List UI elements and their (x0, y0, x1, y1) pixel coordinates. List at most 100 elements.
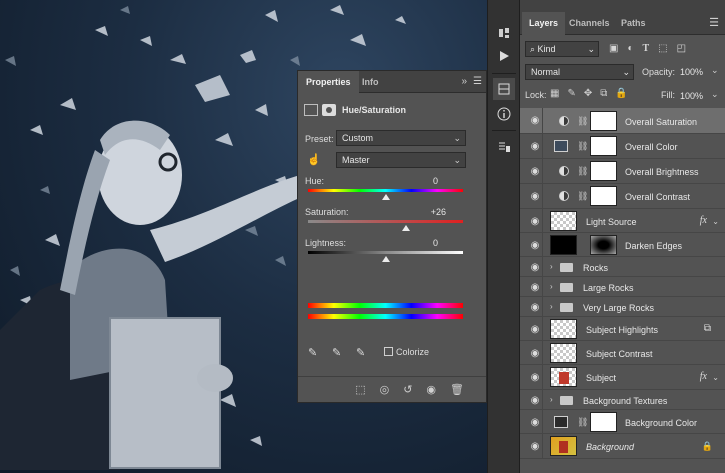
layer-group-row[interactable]: ◉ › Large Rocks (520, 277, 725, 297)
clip-to-layer-icon[interactable]: ⬚ (355, 383, 365, 396)
visibility-eye-icon[interactable]: ◉ (528, 395, 542, 406)
link-chain-icon[interactable]: ⛓ (577, 191, 588, 202)
layer-mask-icon[interactable] (322, 104, 336, 116)
blend-mode-dropdown[interactable]: Normal ⌄ (525, 64, 634, 80)
filter-pixel-icon[interactable]: ▣ (609, 43, 618, 54)
filter-type-icon[interactable]: T (643, 43, 650, 54)
layer-group-row[interactable]: ◉ › Rocks (520, 257, 725, 277)
layer-row[interactable]: ◉ Light Source fx ⌄ (520, 209, 725, 233)
visibility-eye-icon[interactable]: ◉ (528, 441, 542, 452)
visibility-eye-icon[interactable]: ◉ (528, 166, 542, 177)
visibility-eye-icon[interactable]: ◉ (528, 348, 542, 359)
layer-row[interactable]: ◉ ⛓ Overall Saturation (520, 108, 725, 134)
layer-row[interactable]: ◉ Subject fx ⌄ (520, 365, 725, 390)
eyedropper-icon[interactable]: ✎ (308, 346, 317, 359)
expand-chevron-icon[interactable]: › (550, 395, 553, 404)
delete-trash-icon[interactable]: 🗑 (450, 383, 464, 396)
panel-menu-icon[interactable]: ☰ (473, 76, 482, 87)
layer-row[interactable]: ◉ Subject Contrast (520, 341, 725, 365)
saturation-slider-track[interactable] (308, 220, 463, 223)
adjustments-icon[interactable] (493, 78, 515, 100)
actions-play-icon[interactable] (493, 45, 515, 67)
visibility-eye-icon[interactable]: ◉ (528, 417, 542, 428)
filter-smartobject-icon[interactable]: ◰ (677, 43, 686, 54)
chevron-down-icon[interactable]: ⌄ (711, 65, 719, 76)
visibility-eye-icon[interactable]: ◉ (528, 216, 542, 227)
tab-layers[interactable]: Layers (522, 12, 566, 35)
layer-mask-thumbnail[interactable] (590, 161, 617, 181)
fill-field[interactable]: 100% (680, 89, 703, 103)
visibility-eye-icon[interactable]: ◉ (528, 240, 542, 251)
history-icon[interactable] (493, 22, 515, 44)
tab-paths[interactable]: Paths (614, 12, 653, 35)
lock-transparency-icon[interactable]: ▦ (550, 88, 559, 99)
link-chain-icon[interactable]: ⛓ (577, 417, 588, 428)
info-icon[interactable] (493, 103, 515, 125)
expand-chevron-icon[interactable]: › (550, 282, 553, 291)
panel-menu-icon[interactable]: ☰ (709, 16, 719, 29)
eyedropper-add-icon[interactable]: ✎ (332, 346, 341, 359)
lightness-slider-track[interactable] (308, 251, 463, 254)
hue-slider-thumb[interactable] (381, 194, 390, 200)
view-previous-state-icon[interactable]: ◎ (380, 383, 390, 396)
hue-slider-track[interactable] (308, 189, 463, 192)
layer-mask-thumbnail[interactable] (590, 412, 617, 432)
smart-object-link-icon[interactable]: ⧉ (704, 323, 711, 334)
tab-channels[interactable]: Channels (562, 12, 617, 35)
lock-pixels-icon[interactable]: ✎ (567, 88, 575, 99)
lock-position-icon[interactable]: ✥ (584, 88, 592, 99)
colorize-checkbox[interactable] (384, 347, 393, 356)
layer-mask-thumbnail[interactable] (590, 111, 617, 131)
layer-comps-icon[interactable] (493, 136, 515, 158)
link-chain-icon[interactable]: ⛓ (577, 116, 588, 127)
layer-mask-thumbnail[interactable] (590, 186, 617, 206)
layer-mask-thumbnail[interactable] (590, 235, 617, 255)
layer-effects-icon[interactable]: fx (700, 371, 707, 382)
layer-row[interactable]: ◉ ⛓ Overall Brightness (520, 159, 725, 184)
targeted-adjustment-icon[interactable]: ☝ (307, 153, 321, 166)
chevron-down-icon[interactable]: ⌄ (712, 217, 719, 226)
eyedropper-subtract-icon[interactable]: ✎ (356, 346, 365, 359)
layer-group-row[interactable]: ◉ › Very Large Rocks (520, 297, 725, 317)
tab-info[interactable]: Info (354, 71, 387, 93)
lightness-value[interactable]: 0 (408, 238, 438, 248)
preset-dropdown[interactable]: Custom ⌄ (336, 130, 466, 146)
hue-value[interactable]: 0 (408, 176, 438, 186)
visibility-eye-icon[interactable]: ◉ (528, 115, 542, 126)
expand-chevron-icon[interactable]: › (550, 262, 553, 271)
layer-row[interactable]: ◉ ⛓ Background Color (520, 410, 725, 434)
layer-mask-thumbnail[interactable] (590, 136, 617, 156)
saturation-value[interactable]: +26 (416, 207, 446, 217)
saturation-slider-thumb[interactable] (401, 225, 410, 231)
visibility-eye-icon[interactable]: ◉ (528, 191, 542, 202)
expand-chevron-icon[interactable]: › (550, 302, 553, 311)
layer-group-row[interactable]: ◉ › Background Textures (520, 390, 725, 410)
link-chain-icon[interactable]: ⛓ (577, 141, 588, 152)
filter-shape-icon[interactable]: ⬚ (658, 43, 667, 54)
reset-icon[interactable]: ↺ (403, 383, 412, 396)
layer-row[interactable]: ◉ ⛓ Overall Contrast (520, 184, 725, 209)
layer-effects-icon[interactable]: fx (700, 215, 707, 226)
layer-row[interactable]: ◉ Darken Edges (520, 233, 725, 257)
visibility-eye-icon[interactable]: ◉ (528, 324, 542, 335)
range-dropdown[interactable]: Master ⌄ (336, 152, 466, 168)
visibility-eye-icon[interactable]: ◉ (528, 141, 542, 152)
filter-kind-dropdown[interactable]: ⌕ Kind ⌄ (525, 40, 599, 57)
filter-adjustment-icon[interactable]: ◐ (627, 43, 633, 54)
visibility-eye-icon[interactable]: ◉ (528, 262, 542, 273)
lightness-slider-thumb[interactable] (381, 256, 390, 262)
opacity-field[interactable]: 100% (680, 65, 703, 79)
tab-properties[interactable]: Properties (298, 71, 359, 93)
layer-row[interactable]: ◉ ⛓ Overall Color (520, 134, 725, 159)
visibility-eye-icon[interactable]: ◉ (528, 372, 542, 383)
link-chain-icon[interactable]: ⛓ (577, 166, 588, 177)
visibility-eye-icon[interactable]: ◉ (426, 383, 436, 396)
lock-artboard-icon[interactable]: ⧉ (600, 88, 607, 99)
chevron-down-icon[interactable]: ⌄ (711, 89, 719, 100)
collapse-panel-icon[interactable]: » (461, 76, 467, 87)
layer-row[interactable]: ◉ Background 🔒 (520, 434, 725, 459)
layer-row[interactable]: ◉ Subject Highlights ⧉ (520, 317, 725, 341)
visibility-eye-icon[interactable]: ◉ (528, 282, 542, 293)
chevron-down-icon[interactable]: ⌄ (712, 373, 719, 382)
visibility-eye-icon[interactable]: ◉ (528, 302, 542, 313)
